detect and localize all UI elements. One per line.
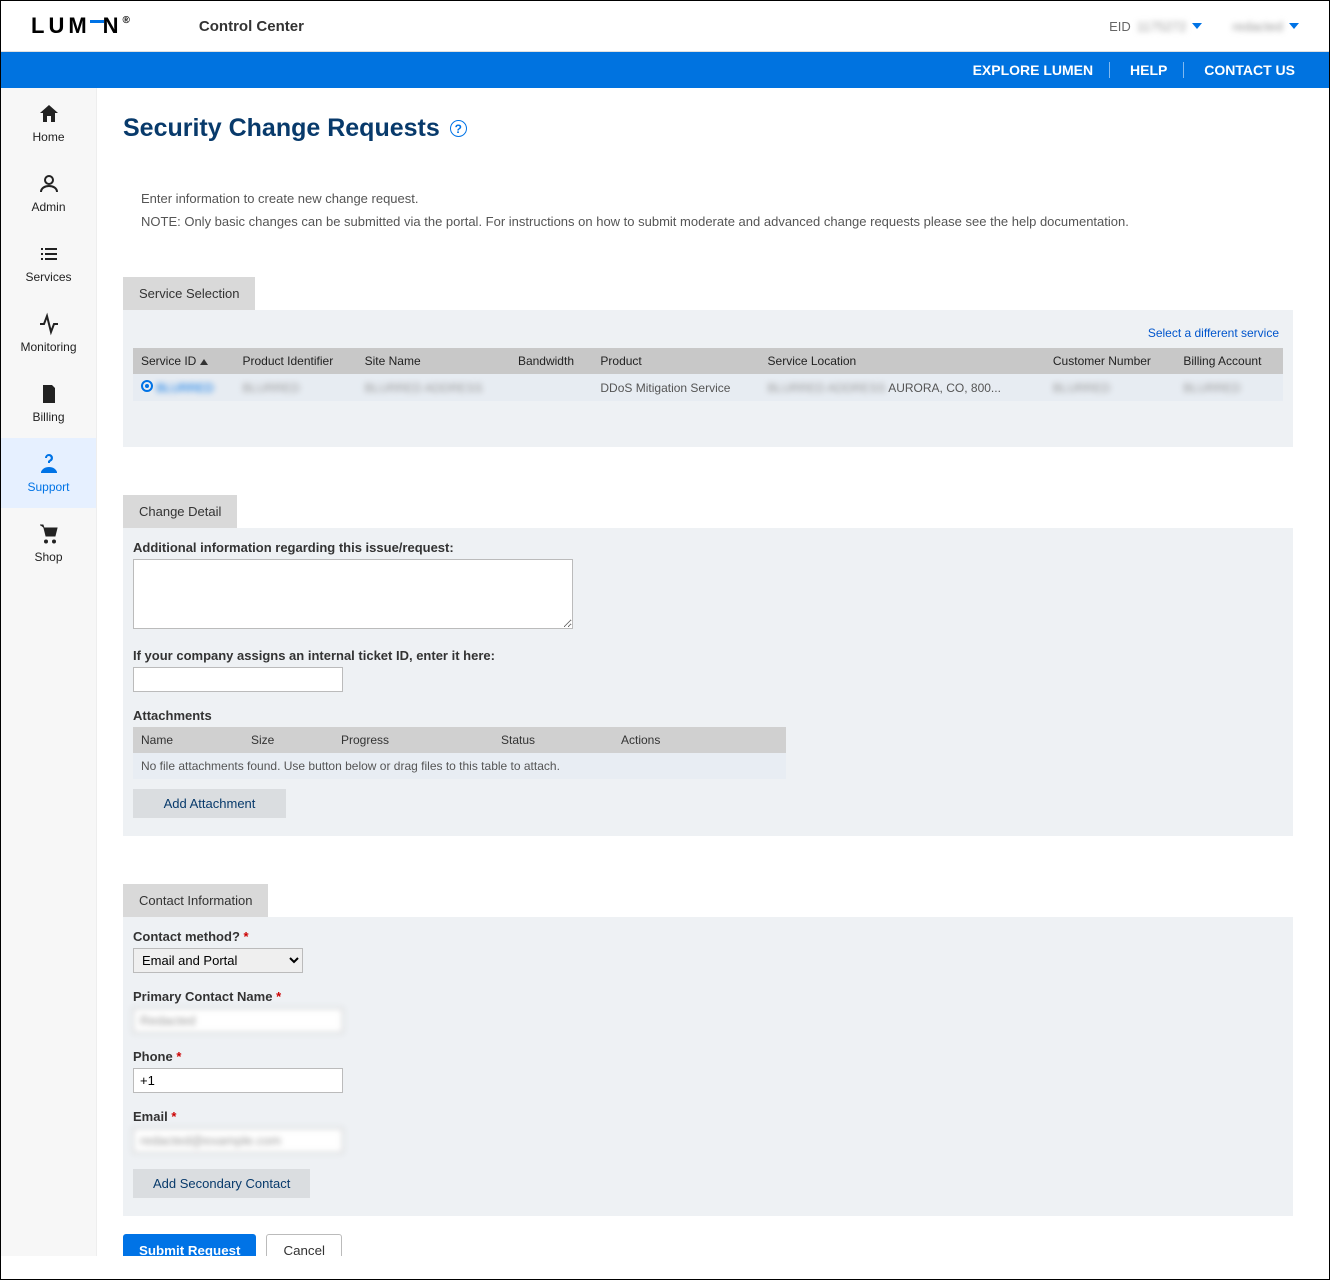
- additional-info-label: Additional information regarding this is…: [133, 540, 1283, 555]
- list-icon: [37, 242, 61, 266]
- logo: LUMN®: [31, 13, 134, 39]
- submit-request-button[interactable]: Submit Request: [123, 1234, 256, 1256]
- user-icon: [37, 172, 61, 196]
- note-text: NOTE: Only basic changes can be submitte…: [141, 214, 1293, 229]
- product-identifier-value: BLURRED: [242, 381, 299, 395]
- sidebar-item-label: Support: [27, 480, 69, 494]
- att-col-actions: Actions: [613, 727, 786, 753]
- help-icon[interactable]: ?: [450, 120, 467, 137]
- add-attachment-button[interactable]: Add Attachment: [133, 789, 286, 818]
- sidebar-item-label: Billing: [32, 410, 64, 424]
- bandwidth-value: [510, 374, 592, 401]
- site-name-value: BLURRED ADDRESS: [365, 381, 483, 395]
- col-customer-number[interactable]: Customer Number: [1045, 348, 1175, 374]
- additional-info-textarea[interactable]: [133, 559, 573, 629]
- att-col-name: Name: [133, 727, 243, 753]
- section-tab: Contact Information: [123, 884, 268, 917]
- col-product[interactable]: Product: [592, 348, 759, 374]
- billing-account-value: BLURRED: [1183, 381, 1240, 395]
- sidebar-item-monitoring[interactable]: Monitoring: [1, 298, 96, 368]
- contact-method-select[interactable]: Email and Portal: [133, 948, 303, 973]
- sidebar-item-label: Shop: [34, 550, 62, 564]
- app-header: LUMN® Control Center EID 1175272 redacte…: [1, 1, 1329, 52]
- select-different-service-link[interactable]: Select a different service: [133, 322, 1283, 348]
- sort-asc-icon: [200, 359, 208, 365]
- sidebar-item-home[interactable]: Home: [1, 88, 96, 158]
- ticket-id-label: If your company assigns an internal tick…: [133, 648, 1283, 663]
- col-service-id[interactable]: Service ID: [133, 348, 234, 374]
- user-dropdown[interactable]: redacted: [1232, 19, 1299, 34]
- col-billing-account[interactable]: Billing Account: [1175, 348, 1283, 374]
- contact-info-section: Contact Information Contact method? * Em…: [123, 884, 1293, 1216]
- sidebar: Home Admin Services Monitoring Billing S…: [1, 88, 97, 1256]
- attachments-table: Name Size Progress Status Actions No fil…: [133, 727, 786, 779]
- page-title: Security Change Requests: [123, 114, 440, 143]
- customer-number-value: BLURRED: [1053, 381, 1110, 395]
- page-title-row: Security Change Requests ?: [123, 114, 1293, 143]
- section-tab: Service Selection: [123, 277, 255, 310]
- sidebar-item-label: Services: [25, 270, 71, 284]
- cart-icon: [37, 522, 61, 546]
- col-product-identifier[interactable]: Product Identifier: [234, 348, 356, 374]
- sidebar-item-support[interactable]: Support: [1, 438, 96, 508]
- no-attachments-text: No file attachments found. Use button be…: [133, 753, 786, 779]
- eid-dropdown[interactable]: EID 1175272: [1109, 19, 1202, 34]
- section-tab: Change Detail: [123, 495, 237, 528]
- instruction-text: Enter information to create new change r…: [141, 191, 1293, 206]
- service-table: Service ID Product Identifier Site Name …: [133, 348, 1283, 401]
- email-label: Email *: [133, 1109, 1283, 1124]
- user-name: redacted: [1232, 19, 1283, 34]
- product-value: DDoS Mitigation Service: [592, 374, 759, 401]
- radio-selected-icon[interactable]: [141, 380, 153, 392]
- attachments-label: Attachments: [133, 708, 1283, 723]
- phone-label: Phone *: [133, 1049, 1283, 1064]
- header-title: Control Center: [199, 18, 304, 35]
- sidebar-item-shop[interactable]: Shop: [1, 508, 96, 578]
- ticket-id-input[interactable]: [133, 667, 343, 692]
- help-link[interactable]: HELP: [1114, 62, 1184, 78]
- att-col-size: Size: [243, 727, 333, 753]
- primary-contact-input[interactable]: [133, 1008, 343, 1033]
- sidebar-item-billing[interactable]: Billing: [1, 368, 96, 438]
- eid-label: EID: [1109, 19, 1131, 34]
- change-detail-section: Change Detail Additional information reg…: [123, 495, 1293, 836]
- main-content: Security Change Requests ? Enter informa…: [97, 88, 1329, 1256]
- att-col-progress: Progress: [333, 727, 493, 753]
- chevron-down-icon: [1289, 23, 1299, 29]
- col-site-name[interactable]: Site Name: [357, 348, 510, 374]
- support-icon: [37, 452, 61, 476]
- service-location-value: BLURRED ADDRESS AURORA, CO, 800...: [760, 374, 1045, 401]
- phone-input[interactable]: [133, 1068, 343, 1093]
- email-input[interactable]: [133, 1128, 343, 1153]
- contact-us-link[interactable]: CONTACT US: [1188, 62, 1311, 78]
- sidebar-item-label: Home: [32, 130, 64, 144]
- top-nav-bar: EXPLORE LUMEN HELP CONTACT US: [1, 52, 1329, 88]
- att-col-status: Status: [493, 727, 613, 753]
- primary-contact-label: Primary Contact Name *: [133, 989, 1283, 1004]
- service-id-value: BLURRED: [156, 381, 213, 395]
- document-icon: [37, 382, 61, 406]
- col-service-location[interactable]: Service Location: [760, 348, 1045, 374]
- sidebar-item-label: Admin: [31, 200, 65, 214]
- home-icon: [37, 102, 61, 126]
- contact-method-label: Contact method? *: [133, 929, 1283, 944]
- col-bandwidth[interactable]: Bandwidth: [510, 348, 592, 374]
- sidebar-item-services[interactable]: Services: [1, 228, 96, 298]
- cancel-button[interactable]: Cancel: [266, 1234, 342, 1256]
- add-secondary-contact-button[interactable]: Add Secondary Contact: [133, 1169, 310, 1198]
- table-row[interactable]: BLURRED BLURRED BLURRED ADDRESS DDoS Mit…: [133, 374, 1283, 401]
- activity-icon: [37, 312, 61, 336]
- chevron-down-icon: [1192, 23, 1202, 29]
- form-actions: Submit Request Cancel: [123, 1234, 1293, 1256]
- eid-value: 1175272: [1137, 19, 1187, 34]
- explore-lumen-link[interactable]: EXPLORE LUMEN: [957, 62, 1111, 78]
- sidebar-item-admin[interactable]: Admin: [1, 158, 96, 228]
- sidebar-item-label: Monitoring: [20, 340, 76, 354]
- service-selection-section: Service Selection Select a different ser…: [123, 277, 1293, 447]
